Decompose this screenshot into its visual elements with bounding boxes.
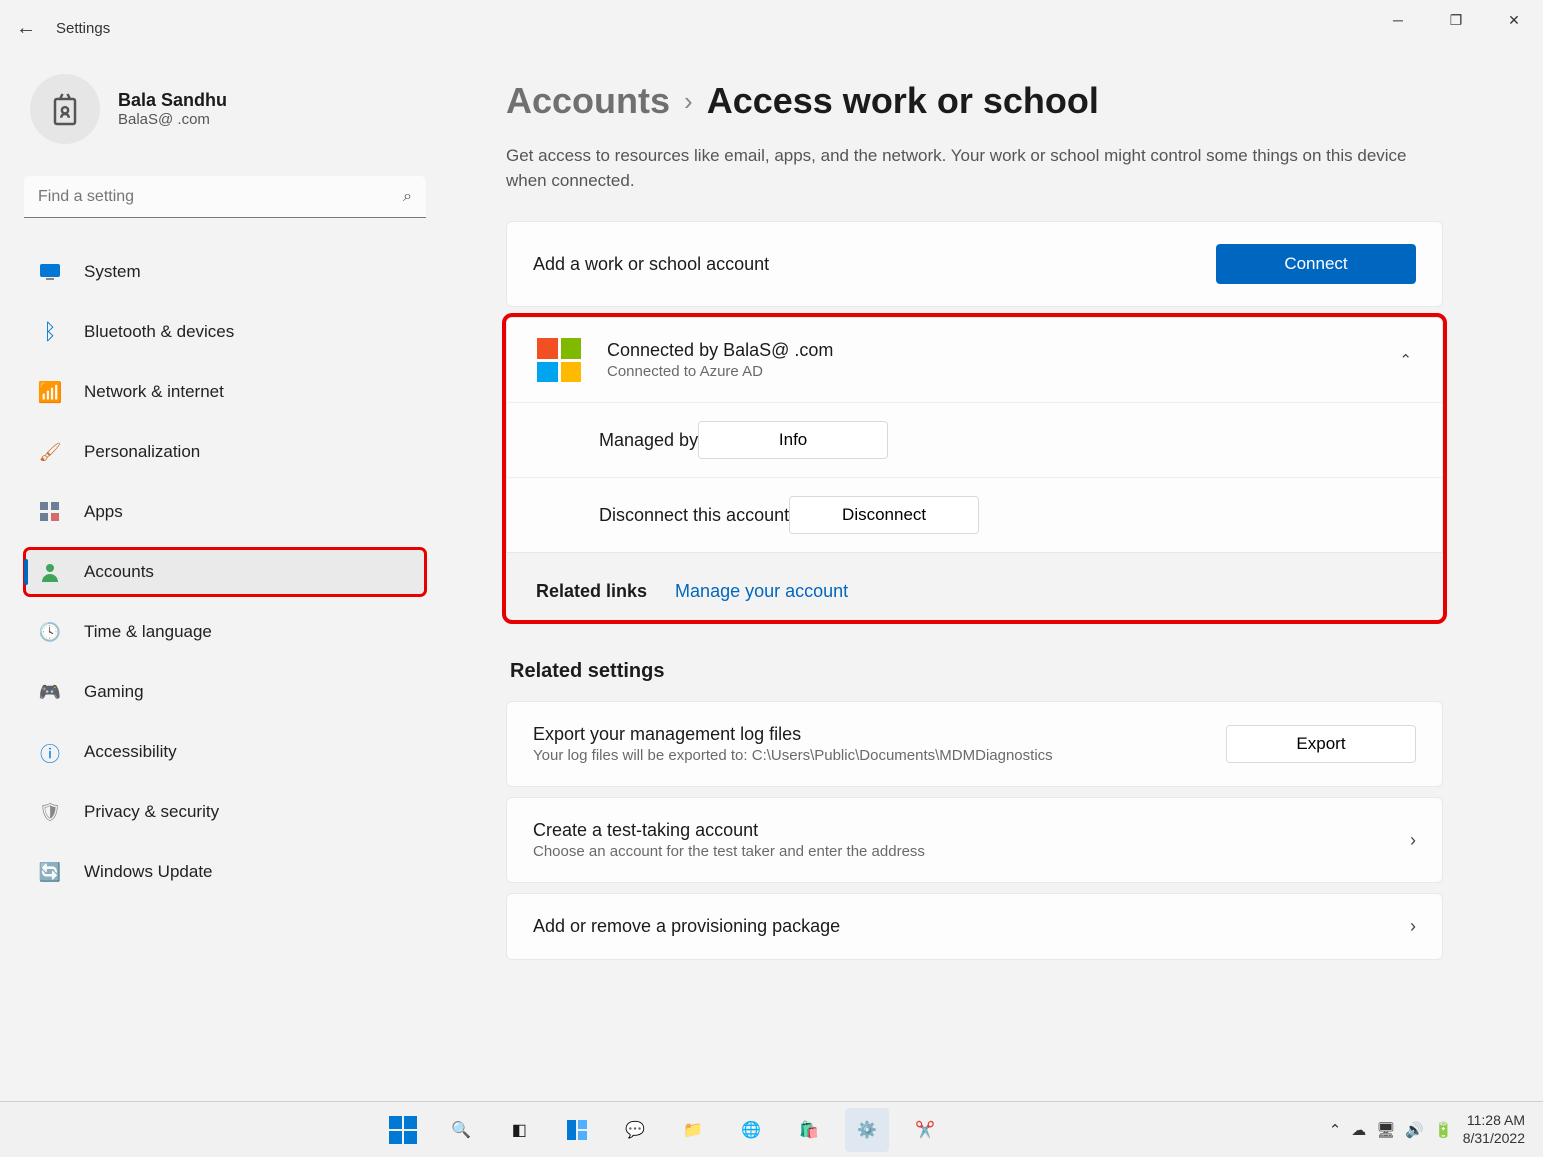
close-button[interactable]: ✕ [1485, 0, 1543, 40]
speaker-icon[interactable]: 🔊 [1405, 1121, 1424, 1139]
sidebar-item-label: Bluetooth & devices [84, 322, 234, 342]
breadcrumb: Accounts › Access work or school [506, 80, 1443, 122]
brush-icon: 🖌 [38, 440, 62, 464]
avatar [30, 74, 100, 144]
person-icon [38, 560, 62, 584]
tray-overflow-icon[interactable]: ⌃ [1329, 1121, 1342, 1139]
chevron-right-icon: › [684, 86, 693, 117]
sidebar-item-label: System [84, 262, 141, 282]
app-title: Settings [56, 20, 110, 37]
sidebar-item-bluetooth-devices[interactable]: ᛒ Bluetooth & devices [24, 308, 426, 356]
add-account-card: Add a work or school account Connect [506, 221, 1443, 307]
connected-to: Connected to Azure AD [607, 363, 833, 380]
network-icon[interactable]: 🖥 [1376, 1121, 1395, 1139]
sidebar-item-system[interactable]: System [24, 248, 426, 296]
file-explorer-icon[interactable]: 📁 [671, 1108, 715, 1152]
sidebar-item-apps[interactable]: Apps [24, 488, 426, 536]
profile-email: BalaS@ .com [118, 111, 227, 128]
sidebar-item-label: Gaming [84, 682, 144, 702]
info-button[interactable]: Info [698, 421, 888, 459]
apps-icon [38, 500, 62, 524]
sidebar-item-label: Personalization [84, 442, 200, 462]
manage-account-link[interactable]: Manage your account [675, 581, 848, 602]
chevron-right-icon: › [1410, 830, 1416, 851]
breadcrumb-current: Access work or school [707, 80, 1099, 122]
settings-icon[interactable]: ⚙️ [845, 1108, 889, 1152]
shield-icon: 🛡 [38, 800, 62, 824]
avatar-icon [45, 89, 85, 129]
clock-icon: 🕓 [38, 620, 62, 644]
connected-account-card: Connected by BalaS@ .com Connected to Az… [506, 317, 1443, 620]
task-view-icon[interactable]: ◧ [497, 1108, 541, 1152]
minimize-button[interactable]: ─ [1369, 0, 1427, 40]
setting-subtitle: Your log files will be exported to: C:\U… [533, 747, 1226, 764]
breadcrumb-parent[interactable]: Accounts [506, 80, 670, 122]
setting-subtitle: Choose an account for the test taker and… [533, 843, 1410, 860]
export-button[interactable]: Export [1226, 725, 1416, 763]
back-button[interactable]: ← [16, 17, 56, 40]
wifi-icon: 📶 [38, 380, 62, 404]
setting-title: Add or remove a provisioning package [533, 916, 1410, 937]
setting-title: Create a test-taking account [533, 820, 1410, 841]
related-links-label: Related links [536, 581, 647, 602]
managed-by-label: Managed by [599, 430, 698, 451]
onedrive-icon[interactable]: ☁ [1351, 1121, 1366, 1139]
chevron-right-icon: › [1410, 916, 1416, 937]
sidebar-item-gaming[interactable]: 🎮 Gaming [24, 668, 426, 716]
related-settings-title: Related settings [510, 660, 1443, 683]
sidebar-item-personalization[interactable]: 🖌 Personalization [24, 428, 426, 476]
search-input[interactable] [24, 176, 426, 218]
taskbar-search-icon[interactable]: 🔍 [439, 1108, 483, 1152]
profile-block[interactable]: Bala Sandhu BalaS@ .com [30, 74, 426, 144]
maximize-button[interactable]: ❐ [1427, 0, 1485, 40]
setting-card[interactable]: Create a test-taking account Choose an ac… [506, 797, 1443, 883]
disconnect-label: Disconnect this account [599, 505, 789, 526]
widgets-icon[interactable] [555, 1108, 599, 1152]
monitor-icon [38, 260, 62, 284]
page-description: Get access to resources like email, apps… [506, 144, 1443, 193]
chevron-up-icon: ⌃ [1399, 351, 1412, 369]
disconnect-button[interactable]: Disconnect [789, 496, 979, 534]
snipping-tool-icon[interactable]: ✂️ [903, 1108, 947, 1152]
bluetooth-icon: ᛒ [38, 320, 62, 344]
update-icon: 🔄 [38, 860, 62, 884]
search-box[interactable]: ⌕ [24, 176, 426, 218]
search-icon: ⌕ [403, 188, 412, 206]
sidebar-item-label: Accounts [84, 562, 154, 582]
connected-by: Connected by BalaS@ .com [607, 340, 833, 361]
sidebar-nav: System ᛒ Bluetooth & devices 📶 Network & int… [24, 248, 426, 896]
sidebar-item-privacy-security[interactable]: 🛡 Privacy & security [24, 788, 426, 836]
setting-card: Export your management log files Your log… [506, 701, 1443, 787]
sidebar-item-accessibility[interactable]: ⓘ Accessibility [24, 728, 426, 776]
sidebar-item-windows-update[interactable]: 🔄 Windows Update [24, 848, 426, 896]
microsoft-logo-icon [537, 338, 581, 382]
sidebar-item-accounts[interactable]: Accounts [24, 548, 426, 596]
store-icon[interactable]: 🛍️ [787, 1108, 831, 1152]
setting-card[interactable]: Add or remove a provisioning package› [506, 893, 1443, 960]
sidebar-item-label: Network & internet [84, 382, 224, 402]
sidebar-item-label: Windows Update [84, 862, 213, 882]
taskbar: 🔍 ◧ 💬 📁 🌐 🛍️ ⚙️ ✂️ ⌃ ☁ 🖥 🔊 🔋 11:28 AM 8/… [0, 1101, 1543, 1157]
sidebar-item-network-internet[interactable]: 📶 Network & internet [24, 368, 426, 416]
sidebar-item-label: Apps [84, 502, 123, 522]
accessibility-icon: ⓘ [38, 740, 62, 764]
start-button[interactable] [381, 1108, 425, 1152]
setting-title: Export your management log files [533, 724, 1226, 745]
add-account-label: Add a work or school account [533, 254, 1216, 275]
taskbar-clock[interactable]: 11:28 AM 8/31/2022 [1463, 1112, 1525, 1147]
teams-icon[interactable]: 💬 [613, 1108, 657, 1152]
sidebar-item-label: Time & language [84, 622, 212, 642]
sidebar-item-time-language[interactable]: 🕓 Time & language [24, 608, 426, 656]
profile-name: Bala Sandhu [118, 90, 227, 111]
connect-button[interactable]: Connect [1216, 244, 1416, 284]
sidebar-item-label: Privacy & security [84, 802, 219, 822]
system-tray[interactable]: ⌃ ☁ 🖥 🔊 🔋 [1329, 1121, 1453, 1139]
gamepad-icon: 🎮 [38, 680, 62, 704]
edge-icon[interactable]: 🌐 [729, 1108, 773, 1152]
battery-icon[interactable]: 🔋 [1434, 1121, 1453, 1139]
related-links-row: Related links Manage your account [506, 563, 1443, 620]
account-header[interactable]: Connected by BalaS@ .com Connected to Az… [507, 318, 1442, 402]
sidebar-item-label: Accessibility [84, 742, 177, 762]
